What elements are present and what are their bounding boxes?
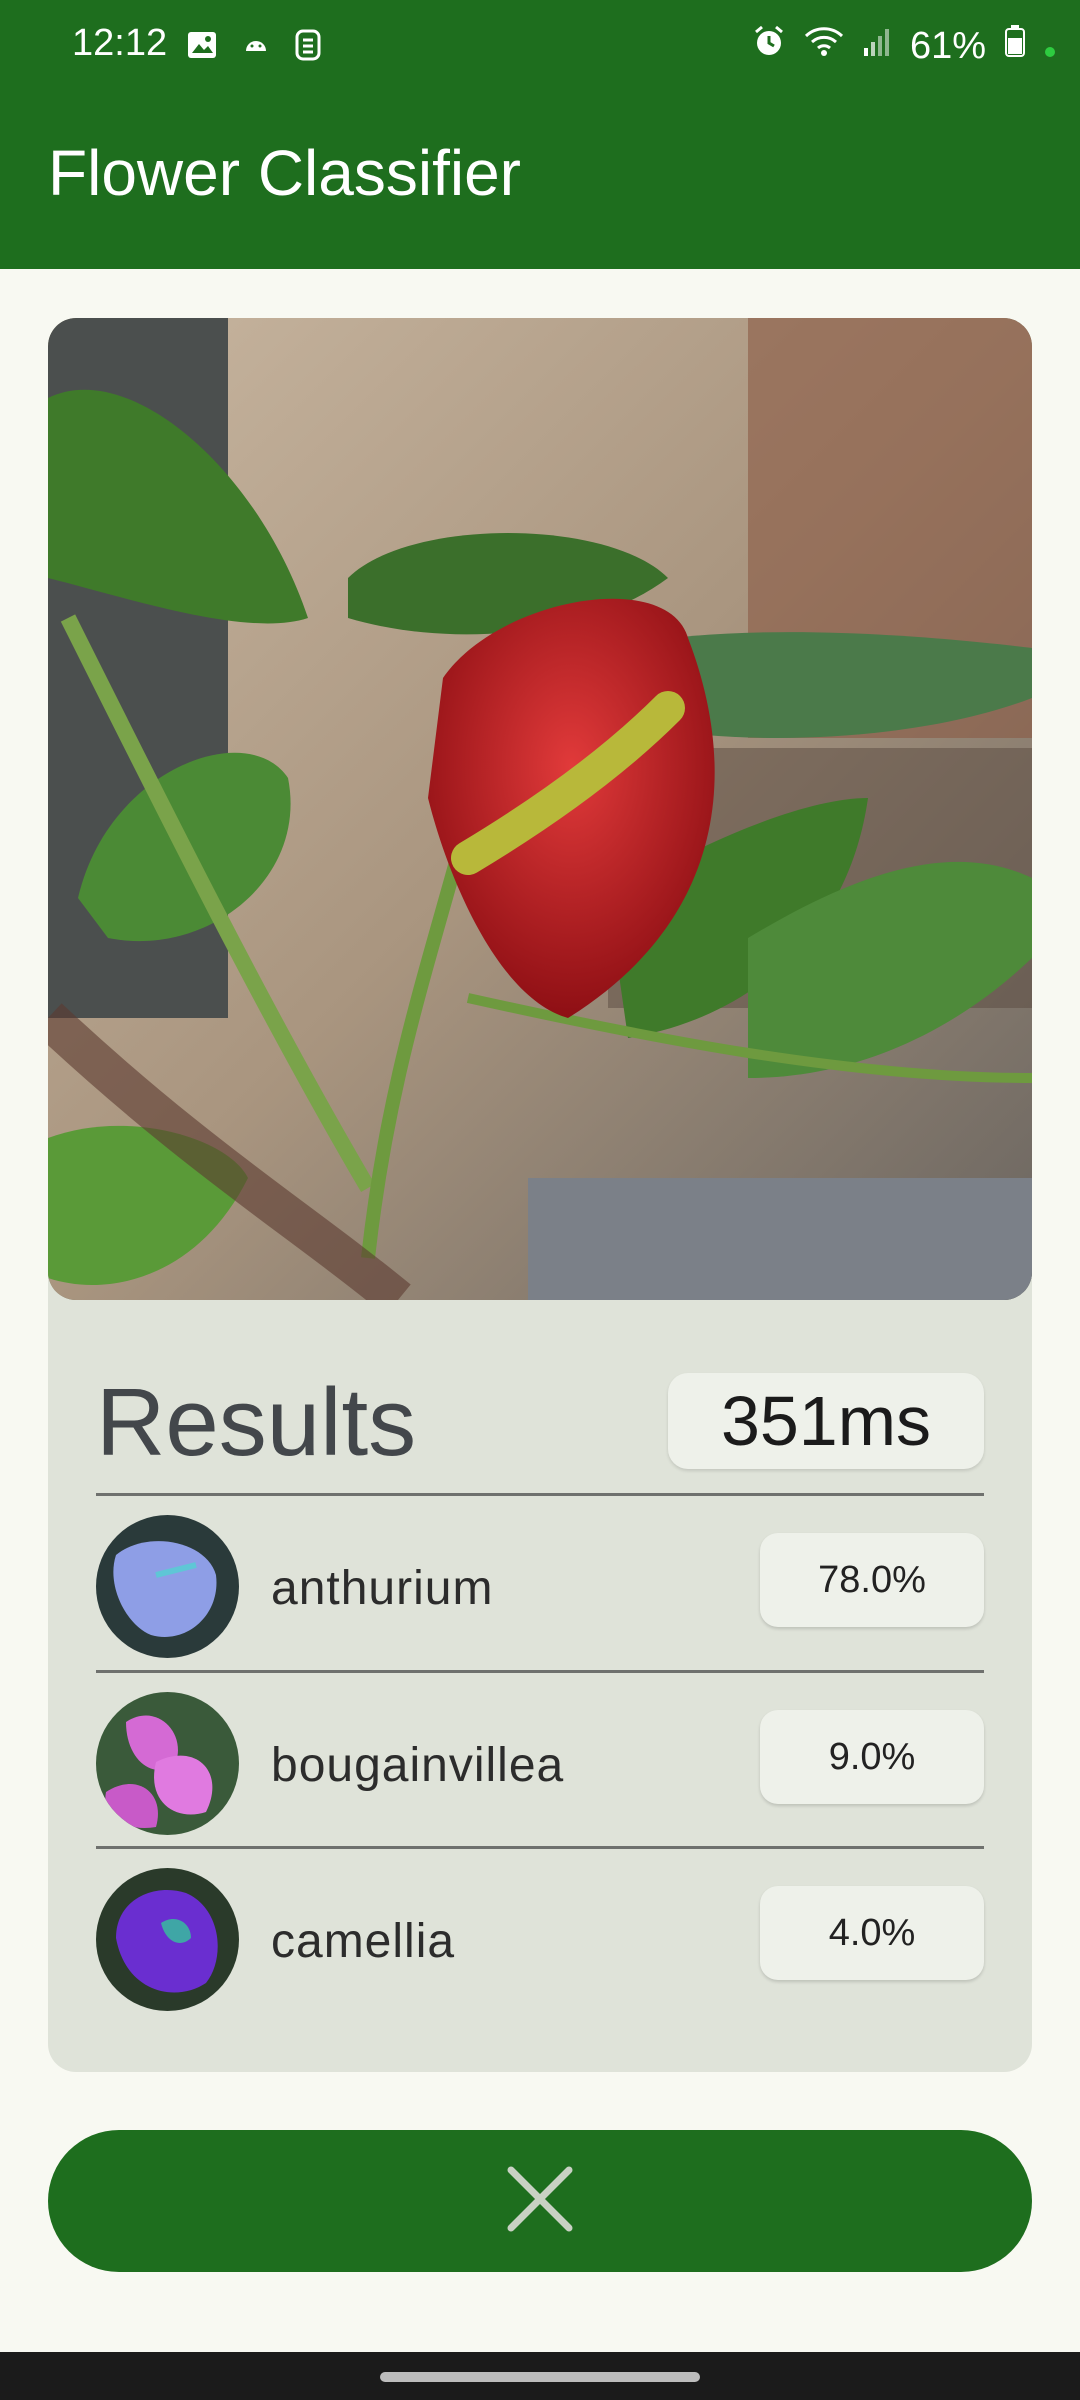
status-time: 12:12 [72,22,168,64]
close-button[interactable] [48,2130,1032,2272]
anthurium-thumbnail [96,1515,239,1658]
home-gesture-handle[interactable] [380,2372,700,2382]
status-right-icons: 61% [752,24,1056,68]
divider [96,1493,984,1496]
result-label: bougainvillea [271,1739,565,1792]
app-bar: Flower Classifier [0,96,1080,269]
result-label: anthurium [271,1562,494,1615]
result-score: 9.0% [760,1710,984,1804]
divider [96,1670,984,1673]
battery-icon [1004,24,1026,68]
android-icon [242,31,270,64]
image-icon [186,29,218,66]
alarm-icon [752,24,786,68]
results-title: Results [96,1369,417,1476]
result-card: Results 351ms anthurium 78.0% bougainvil… [48,318,1032,2072]
battery-percent: 61% [909,24,986,67]
signal-icon [862,25,892,68]
sim-icon [294,28,322,67]
flower-photo [48,318,1032,1300]
notification-dot [1044,25,1056,68]
inference-time-badge: 351ms [668,1373,984,1469]
navigation-bar [0,2352,1080,2400]
divider [96,1846,984,1849]
close-icon [505,2164,575,2239]
camellia-thumbnail [96,1868,239,2011]
wifi-icon [804,24,844,68]
status-left-icons [186,28,322,67]
result-label: camellia [271,1915,456,1968]
bougainvillea-thumbnail [96,1692,239,1835]
result-score: 78.0% [760,1533,984,1627]
status-bar: 12:12 61% [0,0,1080,96]
result-row-camellia: camellia 4.0% [96,1866,984,2011]
result-row-bougainvillea: bougainvillea 9.0% [96,1690,984,1835]
result-row-anthurium: anthurium 78.0% [96,1513,984,1658]
result-score: 4.0% [760,1886,984,1980]
app-title: Flower Classifier [48,137,521,209]
